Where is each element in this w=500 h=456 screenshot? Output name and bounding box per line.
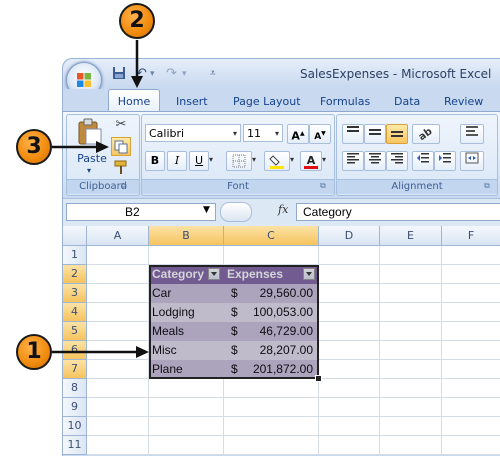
- callout-arrows: [52, 40, 149, 358]
- callout-step-3: 3: [16, 129, 52, 165]
- callout-step-1: 1: [16, 334, 52, 370]
- callout-step-2: 2: [119, 3, 155, 39]
